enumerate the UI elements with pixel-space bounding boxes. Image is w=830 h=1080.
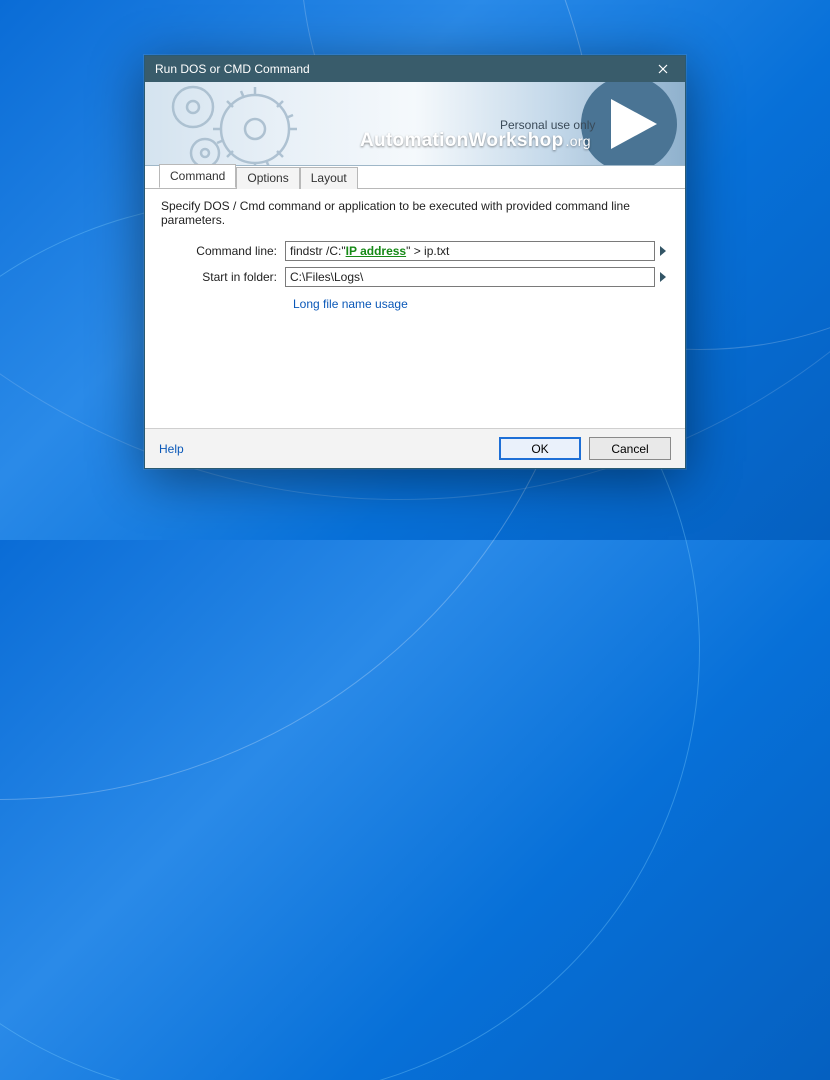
dialog-window: Run DOS or CMD Command	[144, 55, 686, 469]
banner-brand: AutomationWorkshop.org	[360, 130, 599, 152]
long-filename-usage-link[interactable]: Long file name usage	[293, 297, 669, 311]
window-title: Run DOS or CMD Command	[155, 62, 641, 76]
close-button[interactable]	[641, 56, 685, 82]
gears-icon	[145, 82, 335, 166]
ok-button[interactable]: OK	[499, 437, 581, 460]
titlebar: Run DOS or CMD Command	[145, 56, 685, 82]
tab-command[interactable]: Command	[159, 164, 236, 188]
tabstrip: Command Options Layout	[145, 165, 685, 189]
cancel-button[interactable]: Cancel	[589, 437, 671, 460]
start-folder-input[interactable]: C:\Files\Logs\	[285, 267, 655, 287]
command-line-label: Command line:	[161, 244, 285, 258]
chevron-right-icon	[660, 246, 666, 256]
tab-options[interactable]: Options	[236, 167, 299, 189]
start-folder-label: Start in folder:	[161, 270, 285, 284]
play-icon	[611, 99, 657, 149]
dialog-footer: Help OK Cancel	[145, 428, 685, 468]
command-line-input[interactable]: findstr /C:"IP address" > ip.txt	[285, 241, 655, 261]
close-icon	[658, 64, 668, 74]
tab-layout[interactable]: Layout	[300, 167, 358, 189]
tab-pane-command: Specify DOS / Cmd command or application…	[145, 189, 685, 428]
chevron-right-icon	[660, 272, 666, 282]
banner: Personal use only AutomationWorkshop.org	[145, 82, 685, 166]
help-link[interactable]: Help	[159, 442, 184, 456]
instruction-text: Specify DOS / Cmd command or application…	[161, 199, 669, 227]
banner-text: Personal use only AutomationWorkshop.org	[360, 118, 599, 152]
command-line-picker[interactable]	[657, 241, 669, 261]
start-folder-picker[interactable]	[657, 267, 669, 287]
variable-token[interactable]: IP address	[346, 244, 406, 258]
